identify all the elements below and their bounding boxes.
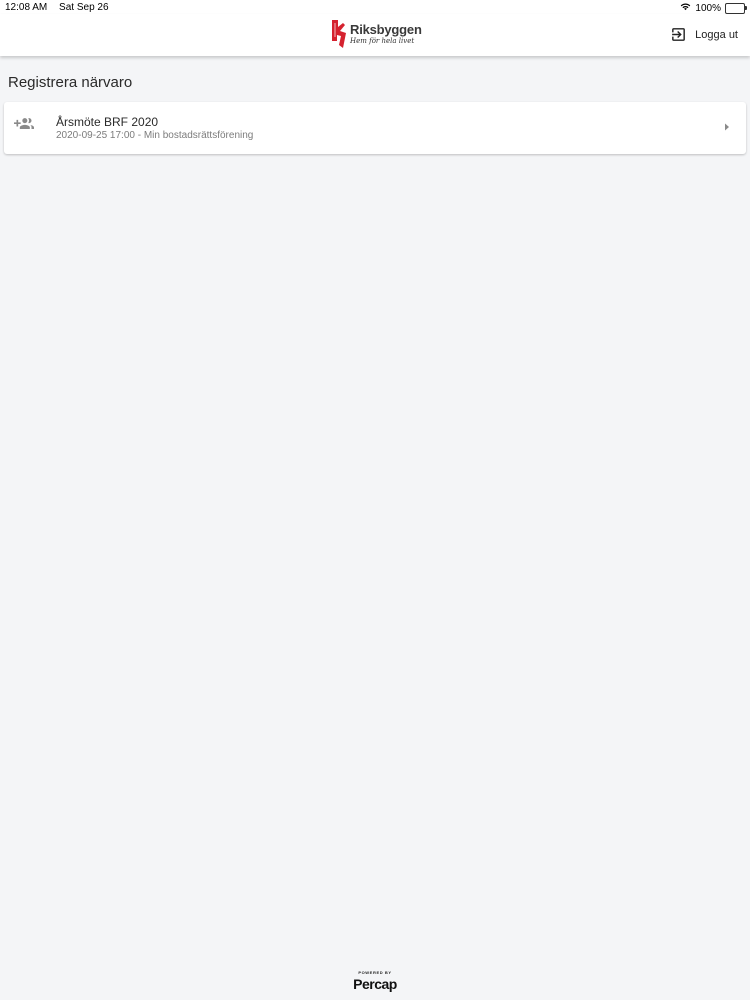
page-title: Registrera närvaro	[8, 74, 133, 91]
exit-icon	[672, 28, 686, 41]
powered-by-label: POWERED BY	[358, 970, 392, 975]
brand-name: Riksbyggen	[350, 22, 422, 37]
meeting-list-item[interactable]: Årsmöte BRF 2020 2020-09-25 17:00 - Min …	[4, 102, 746, 154]
status-date: Sat Sep 26	[59, 2, 109, 13]
riksbyggen-logo-mark	[332, 20, 346, 48]
meeting-title: Årsmöte BRF 2020	[56, 115, 159, 129]
status-bar-left: 12:08 AM Sat Sep 26	[5, 2, 109, 13]
status-bar: 12:08 AM Sat Sep 26 100%	[0, 0, 750, 14]
logout-label: Logga ut	[695, 28, 738, 41]
footer: POWERED BY Percap	[0, 970, 750, 992]
status-time: 12:08 AM	[5, 2, 48, 13]
chevron-right-icon	[725, 123, 729, 131]
logout-button[interactable]: Logga ut	[670, 26, 738, 43]
app-header: Riksbyggen Hem för hela livet Logga ut	[0, 14, 750, 56]
meeting-details: 2020-09-25 17:00 - Min bostadsrättsfören…	[56, 130, 254, 141]
brand-tagline: Hem för hela livet	[350, 37, 415, 45]
battery-percent: 100%	[695, 2, 721, 14]
wifi-icon	[680, 2, 691, 14]
status-bar-right: 100%	[680, 2, 747, 14]
battery-icon	[725, 2, 747, 14]
riksbyggen-logo[interactable]: Riksbyggen Hem för hela livet	[331, 19, 422, 49]
group-add-icon	[14, 118, 34, 129]
percap-logo: Percap	[353, 976, 397, 992]
